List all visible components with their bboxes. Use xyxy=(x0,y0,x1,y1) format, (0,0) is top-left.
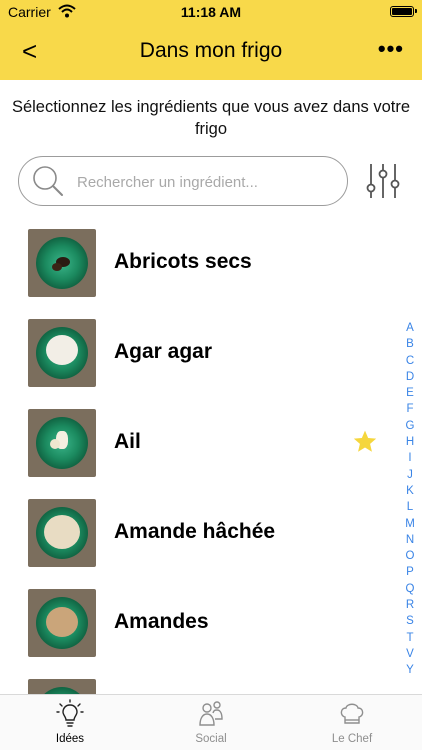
tab-social[interactable]: Social xyxy=(161,699,261,749)
more-options-button[interactable]: ••• xyxy=(378,36,404,62)
index-letter[interactable]: N xyxy=(400,532,420,548)
battery-icon xyxy=(390,6,417,17)
ingredient-photo xyxy=(28,679,96,694)
index-letter[interactable]: K xyxy=(400,483,420,499)
ingredient-photo xyxy=(28,499,96,567)
list-item[interactable]: Agar agar xyxy=(0,308,400,398)
ingredient-photo xyxy=(28,319,96,387)
ingredient-photo xyxy=(28,409,96,477)
ingredient-name: Ail xyxy=(114,430,141,453)
index-letter[interactable]: P xyxy=(400,564,420,580)
tab-label: Le Chef xyxy=(331,733,373,745)
index-letter[interactable]: H xyxy=(400,434,420,450)
chef-hat-icon xyxy=(340,703,364,724)
list-item[interactable]: Amande hâchée xyxy=(0,488,400,578)
index-letter[interactable]: S xyxy=(400,613,420,629)
index-letter[interactable]: T xyxy=(400,630,420,646)
index-letter[interactable]: C xyxy=(400,353,420,369)
index-letter[interactable]: M xyxy=(400,516,420,532)
page-title: Dans mon frigo xyxy=(139,39,283,62)
index-letter[interactable]: G xyxy=(400,418,420,434)
tab-bar: Idées Social Le Chef xyxy=(0,694,422,750)
index-letter[interactable]: B xyxy=(400,336,420,352)
clock: 11:18 AM xyxy=(180,4,242,20)
search-bar[interactable] xyxy=(18,156,348,206)
list-item[interactable] xyxy=(0,668,400,694)
index-letter[interactable]: E xyxy=(400,385,420,401)
index-letter[interactable]: R xyxy=(400,597,420,613)
alphabet-index[interactable]: A B C D E F G H I J K L M N O P Q R S T … xyxy=(400,320,420,679)
ingredient-list[interactable]: Abricots secs Agar agar Ail Amande hâché… xyxy=(0,218,422,694)
ingredient-photo xyxy=(28,229,96,297)
search-icon xyxy=(33,166,63,196)
ingredient-name: Agar agar xyxy=(114,340,213,363)
status-bar: Carrier 11:18 AM xyxy=(0,0,422,24)
index-letter[interactable]: Q xyxy=(400,581,420,597)
search-input[interactable] xyxy=(75,169,339,195)
index-letter[interactable]: D xyxy=(400,369,420,385)
index-letter[interactable]: J xyxy=(400,467,420,483)
tab-idees[interactable]: Idées xyxy=(20,699,120,749)
tab-label: Social xyxy=(195,733,227,745)
index-letter[interactable]: O xyxy=(400,548,420,564)
ingredient-name: Abricots secs xyxy=(114,250,252,273)
index-letter[interactable]: I xyxy=(400,450,420,466)
instructions-text: Sélectionnez les ingrédients que vous av… xyxy=(11,98,411,138)
index-letter[interactable]: V xyxy=(400,646,420,662)
list-item[interactable]: Abricots secs xyxy=(0,218,400,308)
navigation-bar: < Dans mon frigo ••• xyxy=(0,24,422,80)
people-icon xyxy=(199,701,223,726)
ingredient-name: Amande hâchée xyxy=(114,520,276,543)
list-item[interactable]: Ail xyxy=(0,398,400,488)
index-letter[interactable]: Y xyxy=(400,662,420,678)
list-item[interactable]: Amandes xyxy=(0,578,400,668)
bulb-icon xyxy=(56,699,84,727)
index-letter[interactable]: F xyxy=(400,401,420,417)
filter-sliders-icon[interactable] xyxy=(364,162,402,200)
favorite-star-icon[interactable] xyxy=(352,429,378,455)
index-letter[interactable]: A xyxy=(400,320,420,336)
tab-le-chef[interactable]: Le Chef xyxy=(302,699,402,749)
tab-label: Idées xyxy=(55,733,85,745)
ingredient-name: Amandes xyxy=(114,610,209,633)
ingredient-photo xyxy=(28,589,96,657)
index-letter[interactable]: L xyxy=(400,499,420,515)
